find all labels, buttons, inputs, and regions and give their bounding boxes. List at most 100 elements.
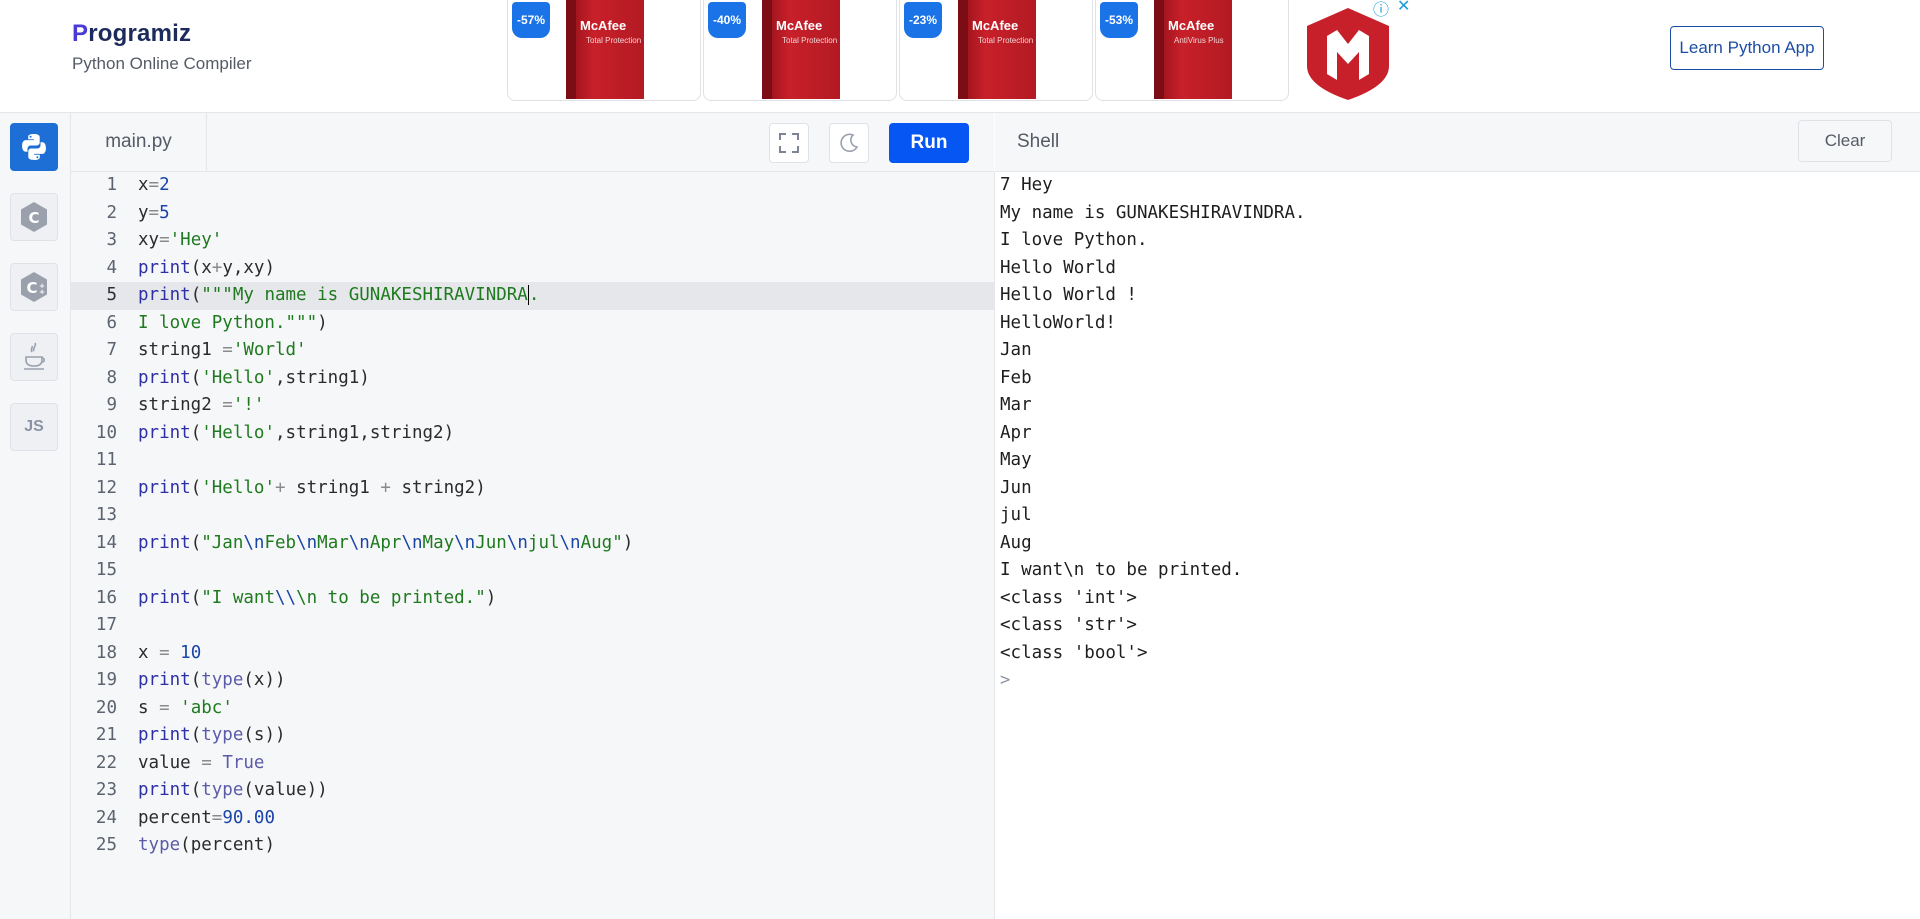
- output-line: <class 'bool'>: [1000, 642, 1148, 663]
- shell-output[interactable]: 7 Hey My name is GUNAKESHIRAVINDRA. I lo…: [995, 172, 1920, 919]
- code-text: I love Python."""): [138, 312, 328, 333]
- sidebar-item-c[interactable]: C: [10, 193, 58, 241]
- dark-mode-button[interactable]: [829, 123, 869, 163]
- code-text: s = 'abc': [138, 697, 233, 718]
- code-text: value = True: [138, 752, 265, 773]
- discount-badge: -57%: [512, 2, 550, 38]
- code-line: 2 y=5: [71, 200, 994, 228]
- line-number: 11: [95, 450, 117, 470]
- output-line: My name is GUNAKESHIRAVINDRA.: [1000, 202, 1306, 223]
- code-line: 20 s = 'abc': [71, 695, 994, 723]
- fullscreen-icon: [779, 133, 799, 153]
- sidebar-item-cpp[interactable]: C + +: [10, 263, 58, 311]
- code-text: print('Hello',string1): [138, 367, 370, 388]
- output-line: Mar: [1000, 395, 1032, 415]
- shell-title: Shell: [1017, 131, 1060, 152]
- mcafee-logo-icon: [1307, 8, 1389, 100]
- code-line: 1 x=2: [71, 172, 994, 200]
- code-line: 18 x = 10: [71, 640, 994, 668]
- clear-button[interactable]: Clear: [1798, 120, 1892, 162]
- code-editor[interactable]: 1 x=2 2 y=5 3 xy='Hey' 4 print(x+y,xy) 5 prin…: [71, 172, 995, 919]
- product-box-image: McAfee Total Protection: [958, 0, 1036, 99]
- code-line: 24 percent=90.00: [71, 805, 994, 833]
- fullscreen-button[interactable]: [769, 123, 809, 163]
- line-number: 25: [95, 835, 117, 855]
- product-name: McAfee: [776, 18, 823, 33]
- line-number: 3: [106, 230, 117, 250]
- code-text: print('Hello',string1,string2): [138, 422, 455, 443]
- run-button[interactable]: Run: [889, 123, 969, 163]
- brand-initial: P: [72, 20, 89, 47]
- code-line: 16 print("I want\\\n to be printed."): [71, 585, 994, 613]
- line-number: 14: [95, 532, 117, 553]
- ad-item[interactable]: -23% McAfee Total Protection: [899, 0, 1093, 101]
- code-text: y=5: [138, 202, 170, 223]
- line-number: 12: [95, 477, 117, 498]
- moon-icon: [840, 133, 859, 153]
- sidebar-item-python[interactable]: [10, 123, 58, 171]
- output-line: Aug: [1000, 532, 1032, 553]
- line-number: 10: [95, 422, 117, 443]
- code-text: print(type(value)): [138, 780, 328, 800]
- code-text: type(percent): [138, 835, 275, 855]
- programiz-logo[interactable]: Programiz Python Online Compiler: [72, 20, 252, 74]
- close-icon[interactable]: ✕: [1397, 0, 1410, 16]
- code-line: 7 string1 ='World': [71, 337, 994, 365]
- svg-text:+: +: [39, 288, 45, 296]
- code-line: 22 value = True: [71, 750, 994, 778]
- line-number: 19: [95, 670, 117, 690]
- output-line: <class 'int'>: [1000, 587, 1137, 608]
- discount-badge: -53%: [1100, 2, 1138, 38]
- code-line: 19 print(type(x)): [71, 667, 994, 695]
- output-line: I want\n to be printed.: [1000, 560, 1243, 580]
- c-icon: C: [21, 202, 47, 232]
- python-icon: [22, 134, 46, 160]
- product-caption: Total Protection: [782, 36, 838, 45]
- product-box-image: McAfee Total Protection: [566, 0, 644, 99]
- discount-badge: -23%: [904, 2, 942, 38]
- product-caption: AntiVirus Plus: [1174, 36, 1224, 45]
- code-line: 25 type(percent): [71, 832, 994, 860]
- code-line: 13: [71, 502, 994, 530]
- line-number: 9: [106, 395, 117, 415]
- learn-python-app-button[interactable]: Learn Python App: [1670, 26, 1824, 70]
- info-icon[interactable]: ⓘ: [1373, 0, 1389, 20]
- output-line: Hello World: [1000, 257, 1116, 278]
- code-text: percent=90.00: [138, 807, 275, 828]
- shell-prompt[interactable]: >: [1000, 667, 1010, 695]
- sidebar-item-java[interactable]: [10, 333, 58, 381]
- ad-item[interactable]: -40% McAfee Total Protection: [703, 0, 897, 101]
- output-line: jul: [1000, 505, 1032, 525]
- code-text: string1 ='World': [138, 340, 307, 360]
- product-name: McAfee: [1168, 18, 1215, 33]
- code-text: print('Hello'+ string1 + string2): [138, 477, 486, 498]
- code-line: 14 print("Jan\nFeb\nMar\nApr\nMay\nJun\nj…: [71, 530, 994, 558]
- code-line: 11: [71, 447, 994, 475]
- code-line: 23 print(type(value)): [71, 777, 994, 805]
- top-header: Programiz Python Online Compiler -57% Mc…: [0, 0, 1920, 113]
- line-number: 23: [95, 780, 117, 800]
- java-icon: [24, 342, 46, 370]
- code-line: 15: [71, 557, 994, 585]
- code-line: 8 print('Hello',string1): [71, 365, 994, 393]
- code-text: print("Jan\nFeb\nMar\nApr\nMay\nJun\njul…: [138, 532, 634, 553]
- page-subtitle: Python Online Compiler: [72, 54, 252, 73]
- ad-item[interactable]: -57% McAfee Total Protection: [507, 0, 701, 101]
- tab-main-py[interactable]: main.py: [71, 113, 207, 171]
- output-line: I love Python.: [1000, 230, 1148, 250]
- line-number: 18: [95, 642, 117, 663]
- code-line: 9 string2 ='!': [71, 392, 994, 420]
- ad-item[interactable]: -53% McAfee AntiVirus Plus: [1095, 0, 1289, 101]
- code-text: string2 ='!': [138, 395, 265, 415]
- line-number: 16: [95, 587, 117, 608]
- code-text: print(type(s)): [138, 725, 286, 745]
- line-number: 6: [106, 312, 117, 333]
- code-line-current: 5 print("""My name is GUNAKESHIRAVINDRA.: [71, 282, 994, 310]
- output-line: 7 Hey: [1000, 175, 1053, 195]
- line-number: 15: [95, 560, 117, 580]
- line-number: 2: [106, 202, 117, 223]
- sidebar-item-js[interactable]: JS: [10, 403, 58, 451]
- line-number: 24: [95, 807, 117, 828]
- js-label: JS: [24, 418, 44, 435]
- product-name: McAfee: [580, 18, 627, 33]
